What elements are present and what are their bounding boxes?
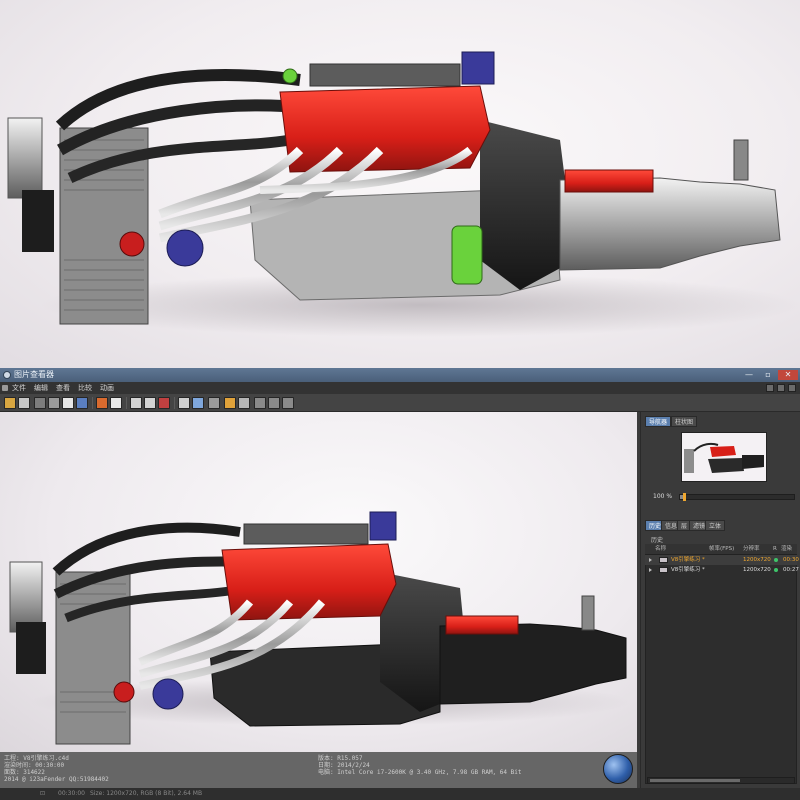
col-name[interactable]: 名称 xyxy=(655,544,666,554)
engine-render-hero xyxy=(0,0,800,368)
toggle-b-icon[interactable] xyxy=(268,397,280,409)
panel-close-icon[interactable] xyxy=(788,384,796,392)
open-icon[interactable] xyxy=(4,397,16,409)
info-render-time: 渲染时间: 00:30:00 xyxy=(4,762,65,769)
info-computer: 电脑: Intel Core i7-2600K @ 3.40 GHz, 7.98… xyxy=(318,769,522,776)
history-list xyxy=(645,554,797,784)
menu-app-icon xyxy=(2,385,8,391)
engine-render-image xyxy=(7,51,800,337)
render-info-right: 版本: R15.057 日期: 2014/2/24 电脑: Intel Core… xyxy=(318,755,521,776)
menu-file[interactable]: 文件 xyxy=(12,382,26,394)
menu-bar: 文件 编辑 查看 比较 动画 xyxy=(0,382,800,394)
display-mode-icon[interactable] xyxy=(110,397,122,409)
info-project: 工程: V8引擎练习.c4d xyxy=(4,755,69,762)
close-button[interactable]: ✕ xyxy=(778,370,798,380)
history-row[interactable]: V8引擎练习 * 1200x720 00:27 xyxy=(645,565,799,575)
expand-arrow-icon[interactable] xyxy=(649,558,652,562)
lock-icon[interactable] xyxy=(238,397,250,409)
zoom-slider[interactable] xyxy=(679,493,795,501)
render-info-panel: 工程: V8引擎练习.c4d 渲染时间: 00:30:00 面数: 314622… xyxy=(0,752,637,788)
render-info-left: 工程: V8引擎练习.c4d 渲染时间: 00:30:00 面数: 314622… xyxy=(4,755,109,783)
compare-icon[interactable] xyxy=(208,397,220,409)
info-date: 日期: 2014/2/24 xyxy=(318,762,370,769)
history-row-resolution: 1200x720 xyxy=(743,567,771,573)
toolbar-separator xyxy=(126,397,127,409)
channel-icon[interactable] xyxy=(158,397,170,409)
panel-restore-icon[interactable] xyxy=(777,384,785,392)
layout-toggle-icon[interactable] xyxy=(766,384,774,392)
export-icon[interactable] xyxy=(96,397,108,409)
warning-icon[interactable] xyxy=(224,397,236,409)
col-resolution[interactable]: 分辨率 xyxy=(743,544,760,554)
status-image-size: Size: 1200x720, RGB (8 Bit), 2.64 MB xyxy=(90,790,203,797)
history-tabs: 历史 信息 层 滤镜 立体 xyxy=(645,520,797,531)
navigator-tabs: 导航器 柱状图 xyxy=(645,416,797,427)
expand-arrow-icon[interactable] xyxy=(649,568,652,572)
status-dot-icon xyxy=(774,558,778,562)
alpha-icon[interactable] xyxy=(178,397,190,409)
info-poly-count: 面数: 314622 xyxy=(4,769,45,776)
status-dot-icon xyxy=(774,568,778,572)
history-thumbnail xyxy=(659,567,668,573)
history-row-time: 00:27 xyxy=(783,567,799,573)
zoom-slider-handle[interactable] xyxy=(683,493,686,501)
filter-icon[interactable] xyxy=(144,397,156,409)
menu-edit[interactable]: 编辑 xyxy=(34,382,48,394)
cinema4d-logo-icon xyxy=(603,754,633,784)
info-icon[interactable] xyxy=(76,397,88,409)
history-thumbnail xyxy=(659,557,668,563)
menu-compare[interactable]: 比较 xyxy=(78,382,92,394)
save-icon[interactable] xyxy=(18,397,30,409)
history-scrollbar[interactable] xyxy=(647,777,795,784)
tab-stereo[interactable]: 立体 xyxy=(705,520,726,531)
history-row-time: 00:30 xyxy=(783,557,799,563)
status-bar: ⊡ 00:30:00 Size: 1200x720, RGB (8 Bit), … xyxy=(0,788,800,800)
scrollbar-thumb[interactable] xyxy=(650,779,740,782)
menu-animation[interactable]: 动画 xyxy=(100,382,114,394)
history-row[interactable]: V8引擎练习 * 1200x720 00:30 xyxy=(645,555,799,565)
toolbar-separator xyxy=(92,397,93,409)
title-bar[interactable]: 图片查看器 — ▫ ✕ xyxy=(0,368,800,382)
toolbar xyxy=(0,394,800,412)
stereo-icon[interactable] xyxy=(48,397,60,409)
menu-view[interactable]: 查看 xyxy=(56,382,70,394)
maximize-button[interactable]: ▫ xyxy=(759,370,777,380)
history-row-name: V8引擎练习 * xyxy=(671,567,705,573)
zoom-level-label: 100 % xyxy=(653,493,673,500)
histogram-icon[interactable] xyxy=(192,397,204,409)
tab-histogram[interactable]: 柱状图 xyxy=(671,416,698,427)
navigator-thumbnail[interactable] xyxy=(681,432,767,482)
info-credit: 2014 @ i23aFender QQ:51984402 xyxy=(4,776,109,783)
history-row-name: V8引擎练习 * xyxy=(671,557,705,563)
grid-icon[interactable] xyxy=(130,397,142,409)
history-table-header: 名称 帧率(FPS) 分辨率 R 渲染时 xyxy=(645,544,797,562)
navigator-thumbnail-image xyxy=(684,442,764,473)
picture-viewer-window: 图片查看器 — ▫ ✕ 文件 编辑 查看 比较 动画 工程: V8引擎练习.c4… xyxy=(0,368,800,800)
engine-render-preview xyxy=(9,511,630,745)
side-panel: 导航器 柱状图 100 % 历史 信息 层 滤镜 立体 历史 名称 帧率(FPS… xyxy=(640,412,800,788)
minimize-button[interactable]: — xyxy=(740,370,758,380)
history-section-title: 历史 xyxy=(651,537,664,544)
window-title: 图片查看器 xyxy=(14,370,54,379)
region-render-icon[interactable] xyxy=(62,397,74,409)
history-row-resolution: 1200x720 xyxy=(743,557,771,563)
status-fit-icon[interactable]: ⊡ xyxy=(40,788,45,800)
toggle-a-icon[interactable] xyxy=(254,397,266,409)
info-version: 版本: R15.057 xyxy=(318,755,363,762)
copy-icon[interactable] xyxy=(34,397,46,409)
render-view[interactable] xyxy=(0,412,637,752)
col-r[interactable]: R xyxy=(773,544,777,554)
tab-navigator[interactable]: 导航器 xyxy=(645,416,672,427)
toggle-c-icon[interactable] xyxy=(282,397,294,409)
toolbar-separator xyxy=(174,397,175,409)
app-logo-icon xyxy=(3,371,11,379)
status-render-time: 00:30:00 xyxy=(58,790,85,797)
zoom-control: 100 % xyxy=(645,492,797,502)
col-fps[interactable]: 帧率(FPS) xyxy=(709,544,734,554)
